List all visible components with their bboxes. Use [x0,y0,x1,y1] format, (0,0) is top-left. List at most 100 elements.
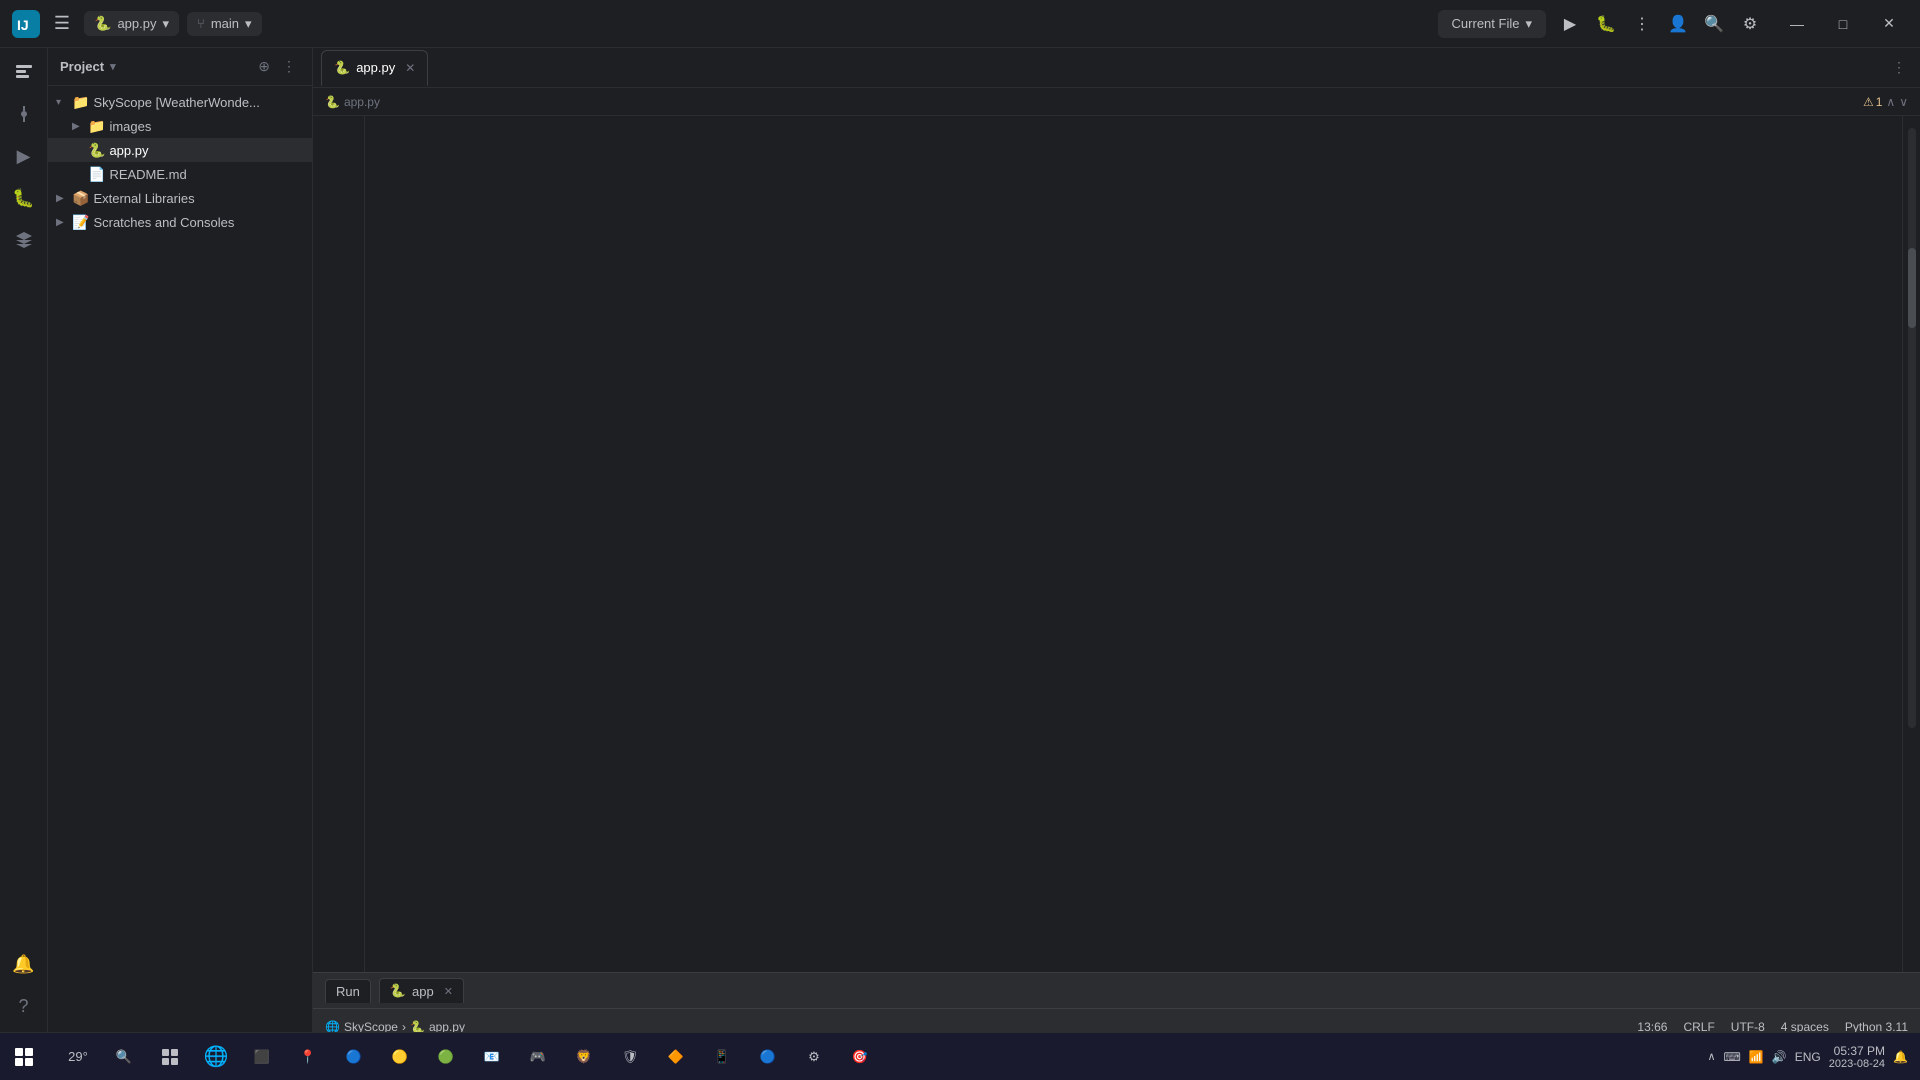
start-button[interactable] [0,1033,48,1080]
sidebar-title-chevron: ▾ [110,60,116,73]
app-tab-label: app [412,984,434,999]
taskbar-notif-icon[interactable]: 🔔 [1893,1050,1908,1064]
taskbar-search-icon[interactable]: 🔍 [102,1035,146,1079]
commit-icon[interactable] [4,94,44,134]
taskbar-network-icon[interactable]: 📶 [1749,1050,1764,1064]
tab-more-button[interactable]: ⋮ [1886,57,1912,78]
root-label: SkyScope [WeatherWonde... [93,95,259,110]
line-numbers [313,116,365,972]
layers-icon[interactable] [4,220,44,260]
help-icon[interactable]: ? [4,986,44,1026]
app-run-tab[interactable]: 🐍 app ✕ [379,978,464,1003]
taskbar-terminal-icon[interactable]: ⬛ [240,1035,284,1079]
taskbar-date: 2023-08-24 [1829,1058,1885,1070]
sidebar-item-readme[interactable]: 📄 README.md [48,162,312,186]
sidebar-item-external-libraries[interactable]: ▶ 📦 External Libraries [48,186,312,210]
taskbar-app5-icon[interactable]: ⚙ [792,1035,836,1079]
taskbar-app6-icon[interactable]: 🎯 [838,1035,882,1079]
account-button[interactable]: 👤 [1662,8,1694,40]
sidebar-item-root[interactable]: ▾ 📁 SkyScope [WeatherWonde... [48,90,312,114]
warning-count: 1 [1876,95,1883,109]
editor[interactable] [313,116,1920,972]
close-button[interactable]: ✕ [1866,0,1912,48]
taskbar-chevron-icon[interactable]: ∧ [1707,1050,1715,1063]
taskbar-maps-icon[interactable]: 📍 [286,1035,330,1079]
more-actions-button[interactable]: ⋮ [1626,8,1658,40]
taskbar-lang[interactable]: ENG [1795,1050,1821,1064]
file-breadcrumb-pill[interactable]: 🐍 app.py ▾ [84,11,179,36]
project-icon[interactable] [4,52,44,92]
taskbar-volume-icon[interactable]: 🔊 [1772,1050,1787,1064]
run-tab[interactable]: Run [325,979,371,1003]
apppy-label: app.py [109,143,148,158]
debug-icon[interactable]: 🐛 [4,178,44,218]
taskbar-time: 05:37 PM [1829,1044,1885,1058]
python-file-icon: 🐍 [94,15,111,32]
images-arrow-icon: ▶ [72,121,88,132]
project-label: Project [60,59,104,74]
sidebar-item-images[interactable]: ▶ 📁 images [48,114,312,138]
run-label: Run [336,984,360,999]
scratches-label: Scratches and Consoles [93,215,234,230]
taskbar-weather-icon[interactable]: 29° [56,1035,100,1079]
sidebar-item-apppy[interactable]: 🐍 app.py [48,138,312,162]
taskbar-app2-icon[interactable]: 🔶 [654,1035,698,1079]
code-content[interactable] [365,116,1902,972]
breadcrumb-apppy[interactable]: app.py [344,95,380,109]
scrollbar-thumb[interactable] [1908,248,1916,328]
extlib-arrow-icon: ▶ [56,193,72,204]
main-content: ▶ 🐛 🔔 ? Project ▾ ⊕ ⋮ ▾ 📁 SkyScope [0,48,1920,1044]
sidebar-settings-btn[interactable]: ⋮ [278,56,300,77]
taskbar-spotify-icon[interactable]: 🟢 [424,1035,468,1079]
minimize-button[interactable]: — [1774,0,1820,48]
app-tab-close-button[interactable]: ✕ [444,985,453,998]
readme-file-icon: 📄 [88,166,105,183]
taskbar-keyboard-icon[interactable]: ⌨ [1724,1050,1741,1064]
root-arrow-icon: ▾ [56,97,72,108]
debug-button[interactable]: 🐛 [1590,8,1622,40]
apppy-file-icon: 🐍 [88,142,105,159]
bottom-panel: Run 🐍 app ✕ [313,972,1920,1008]
run-button[interactable]: ▶ [1554,8,1586,40]
tab-apppy-label: app.py [356,60,395,75]
taskbar-taskview-icon[interactable] [148,1035,192,1079]
breadcrumb-py-icon: 🐍 [325,95,340,109]
notifications-icon[interactable]: 🔔 [4,944,44,984]
tab-py-icon: 🐍 [334,60,350,76]
tab-close-button[interactable]: ✕ [405,61,415,75]
taskbar-app4-icon[interactable]: 🔵 [746,1035,790,1079]
svg-text:IJ: IJ [17,17,29,33]
taskbar-gamepad-icon[interactable]: 🎮 [516,1035,560,1079]
images-folder-icon: 📁 [88,118,105,135]
taskbar-shield-icon[interactable]: 🛡 [608,1035,652,1079]
taskbar-chrome-icon[interactable]: 🟡 [378,1035,422,1079]
taskbar-edge-browser-icon[interactable]: 🔵 [332,1035,376,1079]
icon-bar: ▶ 🐛 🔔 ? [0,48,48,1044]
current-file-button[interactable]: Current File ▾ [1438,10,1546,38]
taskbar-app3-icon[interactable]: 📱 [700,1035,744,1079]
nav-up-icon[interactable]: ∧ [1886,95,1895,109]
branch-icon: ⑂ [197,16,205,31]
taskbar-edge-icon[interactable]: 🌐 [194,1035,238,1079]
branch-pill[interactable]: ⑂ main ▾ [187,12,262,36]
tab-apppy[interactable]: 🐍 app.py ✕ [321,50,428,86]
branch-name: main [211,16,239,31]
nav-down-icon[interactable]: ∨ [1899,95,1908,109]
maximize-button[interactable]: □ [1820,0,1866,48]
settings-button[interactable]: ⚙ [1734,8,1766,40]
run-icon[interactable]: ▶ [4,136,44,176]
taskbar-mail-icon[interactable]: 📧 [470,1035,514,1079]
scrollbar-track[interactable] [1908,128,1916,728]
search-button[interactable]: 🔍 [1698,8,1730,40]
taskbar-brave-icon[interactable]: 🦁 [562,1035,606,1079]
sidebar-item-scratches[interactable]: ▶ 📝 Scratches and Consoles [48,210,312,234]
app-logo: IJ [8,6,44,42]
current-file-chevron-icon: ▾ [1525,16,1532,32]
file-pill-name: app.py [117,16,156,31]
editor-wrapper: 🐍 app.py ✕ ⋮ 🐍 app.py ⚠ 1 ∧ ∨ [313,48,1920,1044]
sidebar-action-btn[interactable]: ⊕ [254,56,274,77]
hamburger-menu[interactable]: ☰ [44,6,80,42]
window-controls: — □ ✕ [1774,0,1912,48]
extlib-label: External Libraries [93,191,194,206]
taskbar-clock[interactable]: 05:37 PM 2023-08-24 [1829,1044,1885,1070]
